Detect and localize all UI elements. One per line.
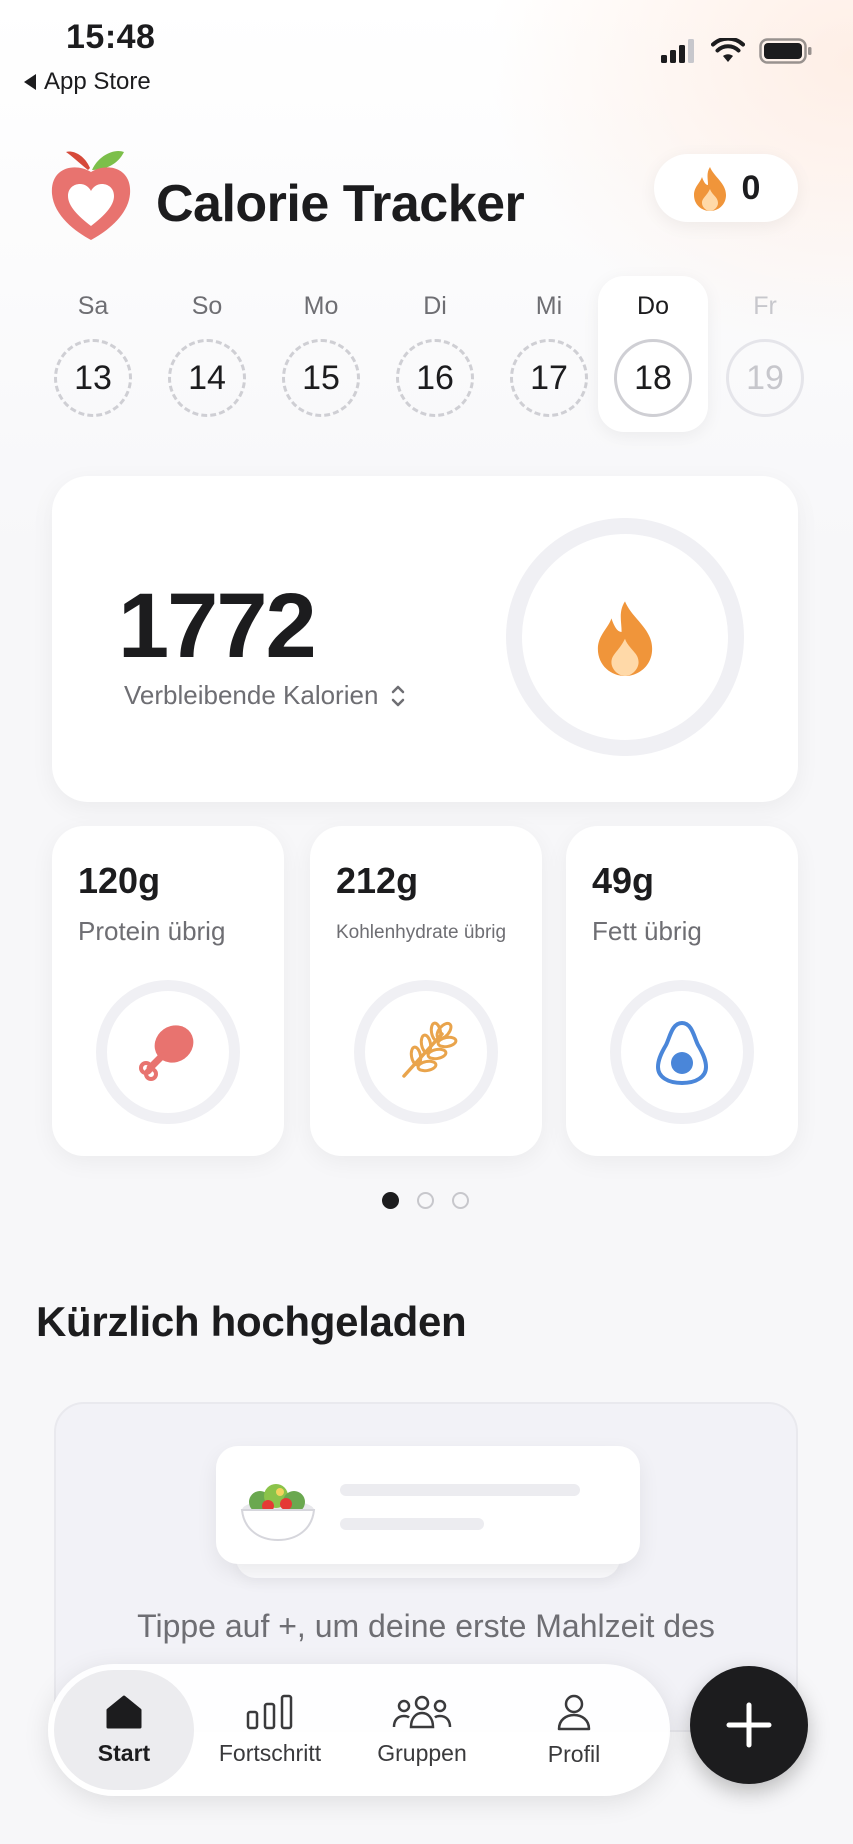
day-so-14[interactable]: So 14	[152, 276, 262, 432]
calories-card[interactable]: 1772 Verbleibende Kalorien	[52, 476, 798, 802]
back-to-app-store[interactable]: App Store	[24, 68, 151, 96]
day-date: 17	[510, 339, 588, 417]
day-date: 16	[396, 339, 474, 417]
tab-gruppen[interactable]: Gruppen	[346, 1670, 498, 1790]
back-label: App Store	[44, 68, 151, 95]
fat-progress-ring	[610, 980, 754, 1124]
carbs-progress-ring	[354, 980, 498, 1124]
drumstick-icon	[139, 1025, 194, 1081]
wifi-icon	[711, 38, 745, 62]
day-date: 14	[168, 339, 246, 417]
protein-label: Protein übrig	[78, 916, 226, 946]
remaining-calories-toggle[interactable]: Verbleibende Kalorien	[124, 680, 406, 711]
day-do-18-selected[interactable]: Do 18	[598, 276, 708, 432]
bar-chart-icon	[246, 1694, 293, 1729]
add-meal-button[interactable]	[690, 1666, 808, 1784]
salad-bowl-icon	[240, 1484, 316, 1542]
day-name: Do	[637, 292, 669, 320]
protein-card[interactable]: 120g Protein übrig	[52, 826, 284, 1156]
remaining-calories-label: Verbleibende Kalorien	[124, 680, 379, 710]
recent-section-title: Kürzlich hochgeladen	[36, 1298, 467, 1345]
tab-label: Start	[97, 1739, 151, 1766]
battery-icon	[759, 38, 812, 64]
day-name: Di	[423, 292, 447, 320]
flame-icon	[693, 167, 726, 211]
recent-empty-hint: Tippe auf +, um deine erste Mahlzeit des	[137, 1608, 715, 1644]
protein-value: 120g	[78, 860, 161, 901]
tab-profil[interactable]: Profil	[498, 1670, 650, 1790]
day-date: 15	[282, 339, 360, 417]
flame-icon	[597, 601, 653, 676]
placeholder-line	[340, 1484, 580, 1496]
pager-dot-2[interactable]	[417, 1192, 434, 1209]
streak-badge[interactable]: 0	[654, 154, 798, 222]
carbs-label: Kohlenhydrate übrig	[336, 922, 507, 943]
fat-label: Fett übrig	[592, 916, 702, 946]
placeholder-meal-card	[216, 1446, 640, 1564]
back-triangle-icon	[24, 74, 36, 90]
plus-icon	[726, 1702, 772, 1748]
day-date: 13	[54, 339, 132, 417]
day-name: So	[191, 292, 223, 320]
day-name: Mo	[303, 292, 339, 320]
pager-dot-1[interactable]	[382, 1192, 399, 1209]
app-title: Calorie Tracker	[156, 175, 525, 233]
day-name: Mi	[535, 292, 563, 320]
day-mo-15[interactable]: Mo 15	[266, 276, 376, 432]
tab-label: Profil	[547, 1740, 601, 1767]
tab-start[interactable]: Start	[54, 1670, 194, 1790]
avocado-icon	[655, 1020, 709, 1085]
day-sa-13[interactable]: Sa 13	[38, 276, 148, 432]
macro-pager[interactable]	[382, 1192, 469, 1209]
tab-fortschritt[interactable]: Fortschritt	[194, 1670, 346, 1790]
day-date: 19	[726, 339, 804, 417]
day-name: Sa	[77, 292, 109, 320]
wheat-icon	[402, 1021, 458, 1078]
day-name: Fr	[753, 292, 777, 320]
tab-label: Gruppen	[377, 1739, 467, 1766]
status-time: 15:48	[66, 18, 156, 56]
carbs-card[interactable]: 212g Kohlenhydrate übrig	[310, 826, 542, 1156]
week-day-selector: Sa 13 So 14 Mo 15 Di 16 Mi 17 Do 18 Fr 1…	[38, 276, 818, 432]
remaining-calories-value: 1772	[118, 575, 317, 677]
group-icon	[392, 1695, 452, 1728]
chevron-up-down-icon	[392, 685, 405, 706]
placeholder-line	[340, 1518, 484, 1530]
bottom-tab-bar: Start Fortschritt Gruppen Profil	[48, 1664, 670, 1796]
day-date: 18	[614, 339, 692, 417]
carbs-value: 212g	[336, 860, 419, 901]
tab-label: Fortschritt	[218, 1739, 322, 1766]
day-di-16[interactable]: Di 16	[380, 276, 490, 432]
fat-card[interactable]: 49g Fett übrig	[566, 826, 798, 1156]
calorie-progress-ring	[506, 518, 744, 756]
profile-icon	[557, 1694, 591, 1730]
protein-progress-ring	[96, 980, 240, 1124]
status-icons	[661, 38, 813, 64]
streak-count: 0	[741, 168, 761, 207]
day-fr-19[interactable]: Fr 19	[710, 276, 820, 432]
signal-icon	[661, 39, 694, 63]
pager-dot-3[interactable]	[452, 1192, 469, 1209]
fat-value: 49g	[592, 860, 655, 901]
day-mi-17[interactable]: Mi 17	[494, 276, 604, 432]
apple-heart-logo-icon	[51, 150, 131, 240]
home-icon	[106, 1695, 142, 1728]
